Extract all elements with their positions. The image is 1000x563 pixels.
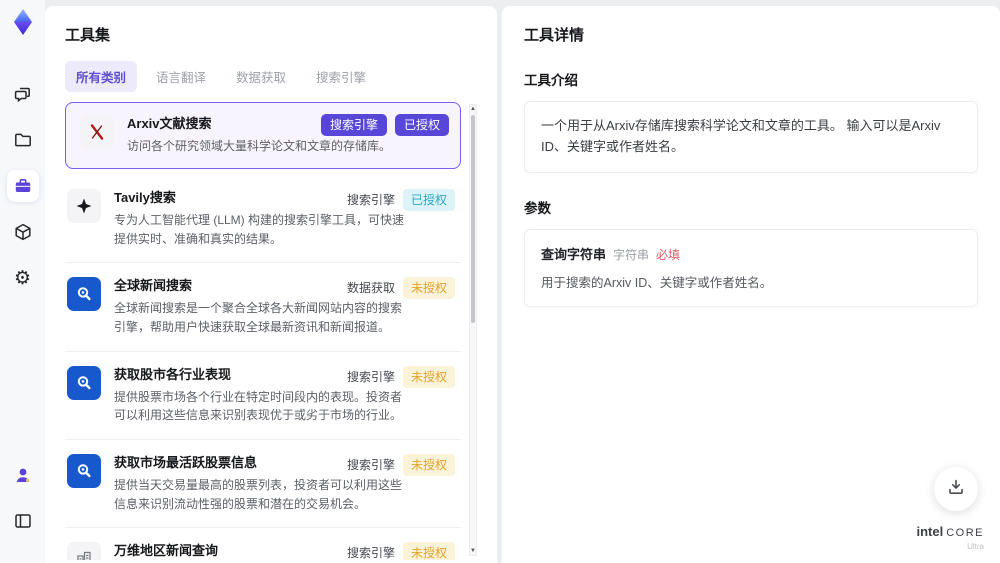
sidebar-item-collapse[interactable] xyxy=(7,505,39,537)
tool-card[interactable]: 万维地区新闻查询 查询具体行政区划内的新闻，快速了解各地新闻动态 搜索引擎 未授… xyxy=(65,528,461,560)
news-building-icon xyxy=(67,542,101,560)
chat-icon xyxy=(13,84,33,104)
sidebar-item-tools[interactable] xyxy=(6,170,39,202)
auth-status-badge: 已授权 xyxy=(402,188,455,211)
tool-badges: 搜索引擎 已授权 xyxy=(346,188,455,211)
tab-category-1[interactable]: 语言翻译 xyxy=(145,61,217,92)
download-button[interactable] xyxy=(934,467,978,511)
tool-card[interactable]: 全球新闻搜索 全球新闻搜索是一个聚合全球各大新闻网站内容的搜索引擎，帮助用户快速… xyxy=(65,263,461,352)
tool-badges: 搜索引擎 未授权 xyxy=(346,453,455,476)
sidebar: ⚙ xyxy=(0,0,45,563)
params-heading: 参数 xyxy=(524,200,551,216)
tool-card[interactable]: 获取市场最活跃股票信息 提供当天交易量最高的股票列表，投资者可以利用这些信息来识… xyxy=(65,440,461,529)
param-box: 查询字符串 字符串 必填 用于搜索的Arxiv ID、关键字或作者姓名。 xyxy=(524,228,978,308)
sidebar-item-chat[interactable] xyxy=(7,78,39,110)
param-name: 查询字符串 xyxy=(541,246,607,262)
param-required-badge: 必填 xyxy=(656,247,681,262)
tool-card[interactable]: Tavily搜索 专为人工智能代理 (LLM) 构建的搜索引擎工具，可快速提供实… xyxy=(65,175,461,264)
folder-icon xyxy=(13,130,33,150)
detail-title: 工具详情 xyxy=(524,27,585,44)
auth-status-badge: 未授权 xyxy=(402,453,455,476)
auth-status-badge: 未授权 xyxy=(402,542,455,560)
category-badge: 搜索引擎 xyxy=(346,369,395,384)
scroll-down-icon[interactable]: ▼ xyxy=(470,547,476,555)
param-description: 用于搜索的Arxiv ID、关键字或作者姓名。 xyxy=(541,275,773,290)
auth-status-badge: 已授权 xyxy=(394,114,449,136)
category-badge: 搜索引擎 xyxy=(346,546,395,560)
category-tabs: 所有类别 语言翻译 数据获取 搜索引擎 xyxy=(65,61,477,92)
tool-badges: 数据获取 未授权 xyxy=(346,277,455,300)
list-scrollbar[interactable]: ▲ ▼ xyxy=(469,104,477,556)
tool-badges: 搜索引擎 未授权 xyxy=(347,542,455,560)
tool-badges: 搜索引擎 已授权 xyxy=(320,114,449,136)
sidebar-item-settings[interactable]: ⚙ xyxy=(7,262,39,294)
tool-description: 全球新闻搜索是一个聚合全球各大新闻网站内容的搜索引擎，帮助用户快速获取全球最新资… xyxy=(114,301,403,334)
app-logo xyxy=(9,8,37,36)
blue-search-icon xyxy=(67,277,101,312)
auth-status-badge: 未授权 xyxy=(402,365,455,388)
arxiv-icon xyxy=(80,115,114,149)
tool-description: 专为人工智能代理 (LLM) 构建的搜索引擎工具，可快速提供实时、准确和真实的结… xyxy=(114,212,405,246)
tool-list: Arxiv文献搜索 访问各个研究领域大量科学论文和文章的存储库。 搜索引擎 已授… xyxy=(65,102,477,560)
gear-icon: ⚙ xyxy=(13,267,32,289)
tool-card[interactable]: 获取股市各行业表现 提供股票市场各个行业在特定时间段内的表现。投资者可以利用这些… xyxy=(65,352,461,440)
category-badge: 搜索引擎 xyxy=(320,114,387,136)
category-badge: 搜索引擎 xyxy=(346,192,395,207)
panel-toggle-icon xyxy=(13,511,33,531)
tab-category-2[interactable]: 数据获取 xyxy=(225,61,297,92)
user-icon xyxy=(13,465,33,485)
category-badge: 搜索引擎 xyxy=(346,457,395,472)
sidebar-item-account[interactable] xyxy=(7,459,39,491)
tool-badges: 搜索引擎 未授权 xyxy=(346,365,455,388)
toolbox-icon xyxy=(13,176,33,196)
tab-category-0[interactable]: 所有类别 xyxy=(65,61,138,92)
app-root: ⚙ 工具集 所有类别 语言翻译 数据获取 搜索引擎 Arxiv文献搜索 访问各个… xyxy=(0,0,1000,563)
param-type: 字符串 xyxy=(613,247,650,262)
tool-card[interactable]: Arxiv文献搜索 访问各个研究领域大量科学论文和文章的存储库。 搜索引擎 已授… xyxy=(65,102,461,169)
page-title: 工具集 xyxy=(65,27,111,44)
detail-panel: 工具详情 工具介绍 一个用于从Arxiv存储库搜索科学论文和文章的工具。 输入可… xyxy=(502,6,1000,563)
sidebar-item-packages[interactable] xyxy=(7,216,39,248)
download-icon xyxy=(946,477,966,502)
main-content: 工具集 所有类别 语言翻译 数据获取 搜索引擎 Arxiv文献搜索 访问各个研究领域大… xyxy=(45,0,1000,563)
intro-text: 一个用于从Arxiv存储库搜索科学论文和文章的工具。 输入可以是Arxiv ID… xyxy=(541,118,941,154)
blue-search-icon xyxy=(67,453,101,488)
tool-description: 提供股票市场各个行业在特定时间段内的表现。投资者可以利用这些信息来识别表现优于或… xyxy=(114,389,403,423)
scrollbar-thumb[interactable] xyxy=(471,115,475,323)
intro-heading: 工具介绍 xyxy=(524,73,578,88)
intel-core-logo: intel CORE Ultra xyxy=(916,524,984,551)
package-icon xyxy=(13,222,33,242)
auth-status-badge: 未授权 xyxy=(402,277,455,300)
tool-description: 访问各个研究领域大量科学论文和文章的存储库。 xyxy=(127,139,392,154)
blue-search-icon xyxy=(67,365,101,400)
category-badge: 数据获取 xyxy=(346,281,395,296)
tavily-icon xyxy=(67,188,101,223)
sidebar-item-files[interactable] xyxy=(7,124,39,156)
scroll-up-icon[interactable]: ▲ xyxy=(470,105,476,113)
tab-category-3[interactable]: 搜索引擎 xyxy=(305,61,377,92)
tools-panel: 工具集 所有类别 语言翻译 数据获取 搜索引擎 Arxiv文献搜索 访问各个研究领域大… xyxy=(45,6,497,563)
intro-box: 一个用于从Arxiv存储库搜索科学论文和文章的工具。 输入可以是Arxiv ID… xyxy=(524,101,978,173)
tool-description: 提供当天交易量最高的股票列表，投资者可以利用这些信息来识别流动性强的股票和潜在的… xyxy=(114,478,403,511)
